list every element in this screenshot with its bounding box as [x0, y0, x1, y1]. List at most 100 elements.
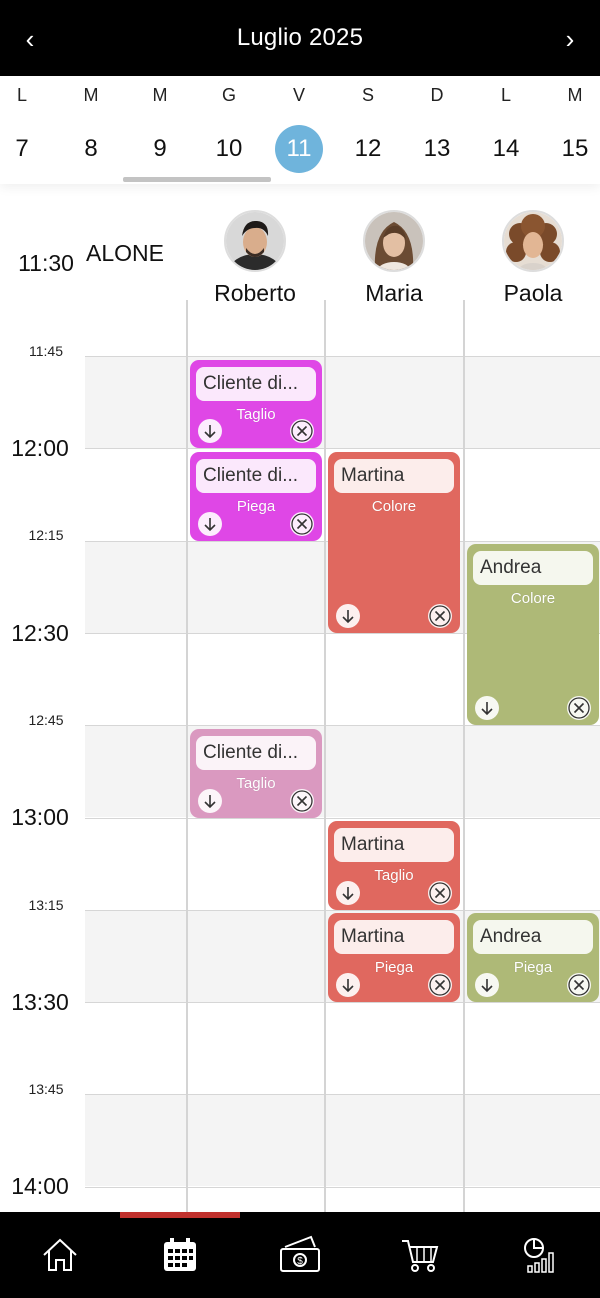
calendar-icon[interactable] — [120, 1230, 240, 1280]
appointment-client: Martina — [334, 459, 454, 493]
weekday-letter: M — [152, 85, 168, 105]
weekday-letter: L — [16, 85, 27, 105]
next-month-button[interactable]: › — [550, 22, 590, 58]
svg-text:$: $ — [297, 1256, 303, 1267]
time-label: 12:15 — [28, 527, 64, 543]
cancel-icon[interactable] — [428, 881, 452, 905]
day-14[interactable]: 14 — [482, 125, 530, 173]
appointment-client: Andrea — [473, 920, 593, 954]
cancel-icon[interactable] — [290, 789, 314, 813]
arrow-down-icon[interactable] — [336, 881, 360, 905]
time-slot[interactable] — [85, 725, 600, 817]
weekday-letter: M — [83, 85, 99, 105]
day-15[interactable]: 15 — [551, 125, 599, 173]
week-strip: L M M G V S D L M 7 8 9 10 11 12 13 14 1… — [0, 76, 600, 184]
cancel-icon[interactable] — [567, 973, 591, 997]
time-label: 14:00 — [11, 1173, 69, 1199]
weekday-letter: M — [567, 85, 583, 105]
column-divider — [324, 300, 326, 1212]
grid-line — [85, 356, 600, 357]
time-label: 11:45 — [29, 343, 63, 359]
appointment-card[interactable]: Cliente di... Taglio — [190, 729, 322, 818]
time-slot[interactable] — [85, 356, 600, 448]
weekday-letter: S — [361, 85, 374, 105]
time-label: 13:30 — [11, 989, 69, 1015]
cart-icon[interactable] — [360, 1230, 480, 1280]
arrow-down-icon[interactable] — [336, 604, 360, 628]
month-title: Luglio 2025 — [236, 24, 364, 51]
day-12[interactable]: 12 — [344, 125, 392, 173]
time-slot[interactable] — [85, 1094, 600, 1186]
appointment-card[interactable]: Martina Colore — [328, 452, 460, 633]
home-icon[interactable] — [0, 1230, 120, 1280]
arrow-down-icon[interactable] — [198, 789, 222, 813]
appointment-card[interactable]: Cliente di... Piega — [190, 452, 322, 541]
appointment-client: Cliente di... — [196, 736, 316, 770]
arrow-down-icon[interactable] — [198, 512, 222, 536]
avatar-maria[interactable] — [363, 210, 425, 272]
day-11-selected[interactable]: 11 — [275, 125, 323, 173]
day-13[interactable]: 13 — [413, 125, 461, 173]
staff-name: Maria — [365, 280, 423, 306]
grid-line — [85, 725, 600, 726]
avatar-roberto[interactable] — [224, 210, 286, 272]
staff-paola[interactable]: Paola — [465, 210, 600, 307]
alone-label: ALONE — [86, 240, 164, 266]
time-slot[interactable] — [85, 1002, 600, 1094]
time-label: 13:45 — [28, 1081, 64, 1097]
appointment-card[interactable]: Andrea Colore — [467, 544, 599, 725]
staff-name: Roberto — [214, 280, 296, 306]
cancel-icon[interactable] — [290, 419, 314, 443]
time-label: 12:45 — [28, 712, 64, 728]
arrow-down-icon[interactable] — [475, 696, 499, 720]
active-tab-indicator — [120, 1212, 240, 1218]
appointment-client: Cliente di... — [196, 459, 316, 493]
day-7[interactable]: 7 — [0, 125, 46, 173]
weekday-letter: D — [430, 85, 444, 105]
time-label: 12:30 — [11, 620, 69, 646]
bottom-nav: $ — [0, 1212, 600, 1298]
top-header: ‹ Luglio 2025 › — [0, 0, 600, 76]
appointment-client: Martina — [334, 828, 454, 862]
weekday-letter: V — [292, 85, 305, 105]
time-label: 13:00 — [11, 804, 69, 830]
weekday-letter: G — [221, 85, 236, 105]
appointment-card[interactable]: Andrea Piega — [467, 913, 599, 1002]
arrow-down-icon[interactable] — [198, 419, 222, 443]
grid-line — [85, 818, 600, 819]
stats-icon[interactable] — [480, 1230, 600, 1280]
time-slot[interactable] — [85, 1187, 600, 1212]
appointment-client: Martina — [334, 920, 454, 954]
cancel-icon[interactable] — [567, 696, 591, 720]
cancel-icon[interactable] — [428, 604, 452, 628]
money-icon[interactable]: $ — [240, 1230, 360, 1280]
appointment-card[interactable]: Martina Taglio — [328, 821, 460, 910]
avatar-paola[interactable] — [502, 210, 564, 272]
time-label: 11:30 — [18, 250, 74, 276]
grid-line — [85, 1002, 600, 1003]
week-scroll-indicator — [123, 177, 271, 182]
arrow-down-icon[interactable] — [475, 973, 499, 997]
staff-roberto[interactable]: Roberto — [187, 210, 323, 307]
arrow-down-icon[interactable] — [336, 973, 360, 997]
day-9[interactable]: 9 — [136, 125, 184, 173]
appointment-service: Colore — [371, 498, 417, 515]
cancel-icon[interactable] — [290, 512, 314, 536]
time-label: 12:00 — [11, 435, 69, 461]
day-schedule[interactable]: ALONE 11:30 Roberto Maria Paola 11:45 12… — [0, 184, 600, 1212]
grid-line — [85, 910, 600, 911]
appointment-card[interactable]: Cliente di... Taglio — [190, 360, 322, 448]
day-10[interactable]: 10 — [205, 125, 253, 173]
column-divider — [463, 300, 465, 1212]
grid-line — [85, 1094, 600, 1095]
grid-line — [85, 1187, 600, 1188]
appointment-service: Colore — [510, 590, 556, 607]
appointment-client: Andrea — [473, 551, 593, 585]
weekday-letter: L — [500, 85, 511, 105]
appointment-card[interactable]: Martina Piega — [328, 913, 460, 1002]
staff-maria[interactable]: Maria — [326, 210, 462, 307]
column-divider — [186, 300, 188, 1212]
day-8[interactable]: 8 — [67, 125, 115, 173]
time-label: 13:15 — [28, 897, 64, 913]
cancel-icon[interactable] — [428, 973, 452, 997]
